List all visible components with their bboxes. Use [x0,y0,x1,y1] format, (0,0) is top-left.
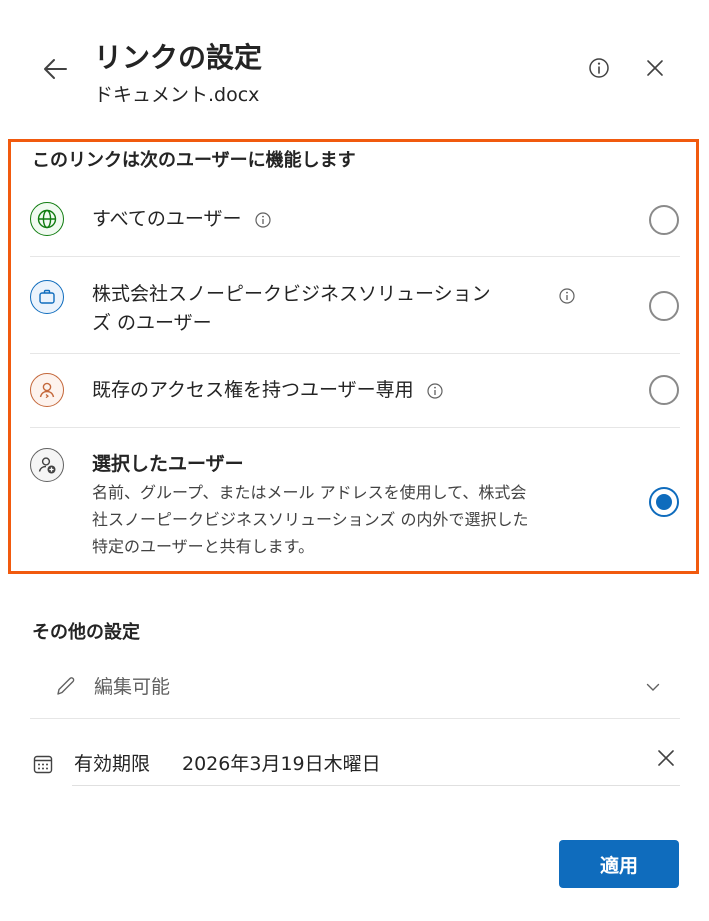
option-organization-label-line2: ズ のユーザー [92,312,212,334]
info-icon [589,58,609,78]
option-anyone[interactable]: すべてのユーザー [30,200,680,240]
calendar-icon [33,755,53,774]
option-existing-access[interactable]: 既存のアクセス権を持つユーザー専用 [30,370,680,410]
divider [30,427,680,428]
option-organization-radio[interactable] [649,291,679,321]
option-anyone-label: すべてのユーザー [92,208,242,230]
option-existing-access-label: 既存のアクセス権を持つユーザー専用 [92,379,414,401]
clear-expiration-button[interactable] [654,746,678,770]
briefcase-icon [30,280,64,314]
close-button[interactable] [642,55,668,81]
globe-icon [30,202,64,236]
permission-value: 編集可能 [94,676,171,698]
expiration-underline [72,785,680,786]
expiration-date-input[interactable]: 2026年3月19日木曜日 [182,749,381,776]
expiration-label: 有効期限 [74,753,151,775]
option-specific-people-radio[interactable] [649,487,679,517]
option-specific-people-description: 名前、グループ、またはメール アドレスを使用して、株式会 [92,483,527,502]
apply-button[interactable]: 適用 [559,840,679,888]
info-button[interactable] [586,55,612,81]
info-icon[interactable] [426,382,444,400]
option-existing-access-radio[interactable] [649,375,679,405]
permission-dropdown[interactable]: 編集可能 [30,664,680,718]
option-organization-label: 株式会社スノーピークビジネスソリューション [92,283,491,305]
arrow-left-icon [44,59,67,79]
back-button[interactable] [38,52,72,86]
option-anyone-radio[interactable] [649,205,679,235]
divider [30,256,680,257]
person-icon [30,373,64,407]
option-organization[interactable]: 株式会社スノーピークビジネスソリューション ズ のユーザー [30,278,680,340]
close-icon [647,60,663,76]
option-specific-people-label: 選択したユーザー [92,453,244,475]
audience-section-title: このリンクは次のユーザーに機能します [32,150,356,171]
person-add-icon [30,448,64,482]
page-title: リンクの設定 [94,41,263,74]
chevron-down-icon [646,683,660,691]
file-name: ドキュメント.docx [94,84,260,106]
option-specific-people-description: 社スノーピークビジネスソリューションズ の内外で選択した [92,510,529,529]
divider [30,353,680,354]
other-settings-title: その他の設定 [32,622,140,643]
info-icon[interactable] [254,211,272,229]
pencil-icon [57,677,75,695]
option-specific-people-description: 特定のユーザーと共有します。 [92,537,315,556]
info-icon[interactable] [558,287,576,305]
option-specific-people[interactable]: 選択したユーザー 名前、グループ、またはメール アドレスを使用して、株式会 社ス… [30,446,680,564]
close-icon [658,750,674,766]
divider [30,718,680,719]
